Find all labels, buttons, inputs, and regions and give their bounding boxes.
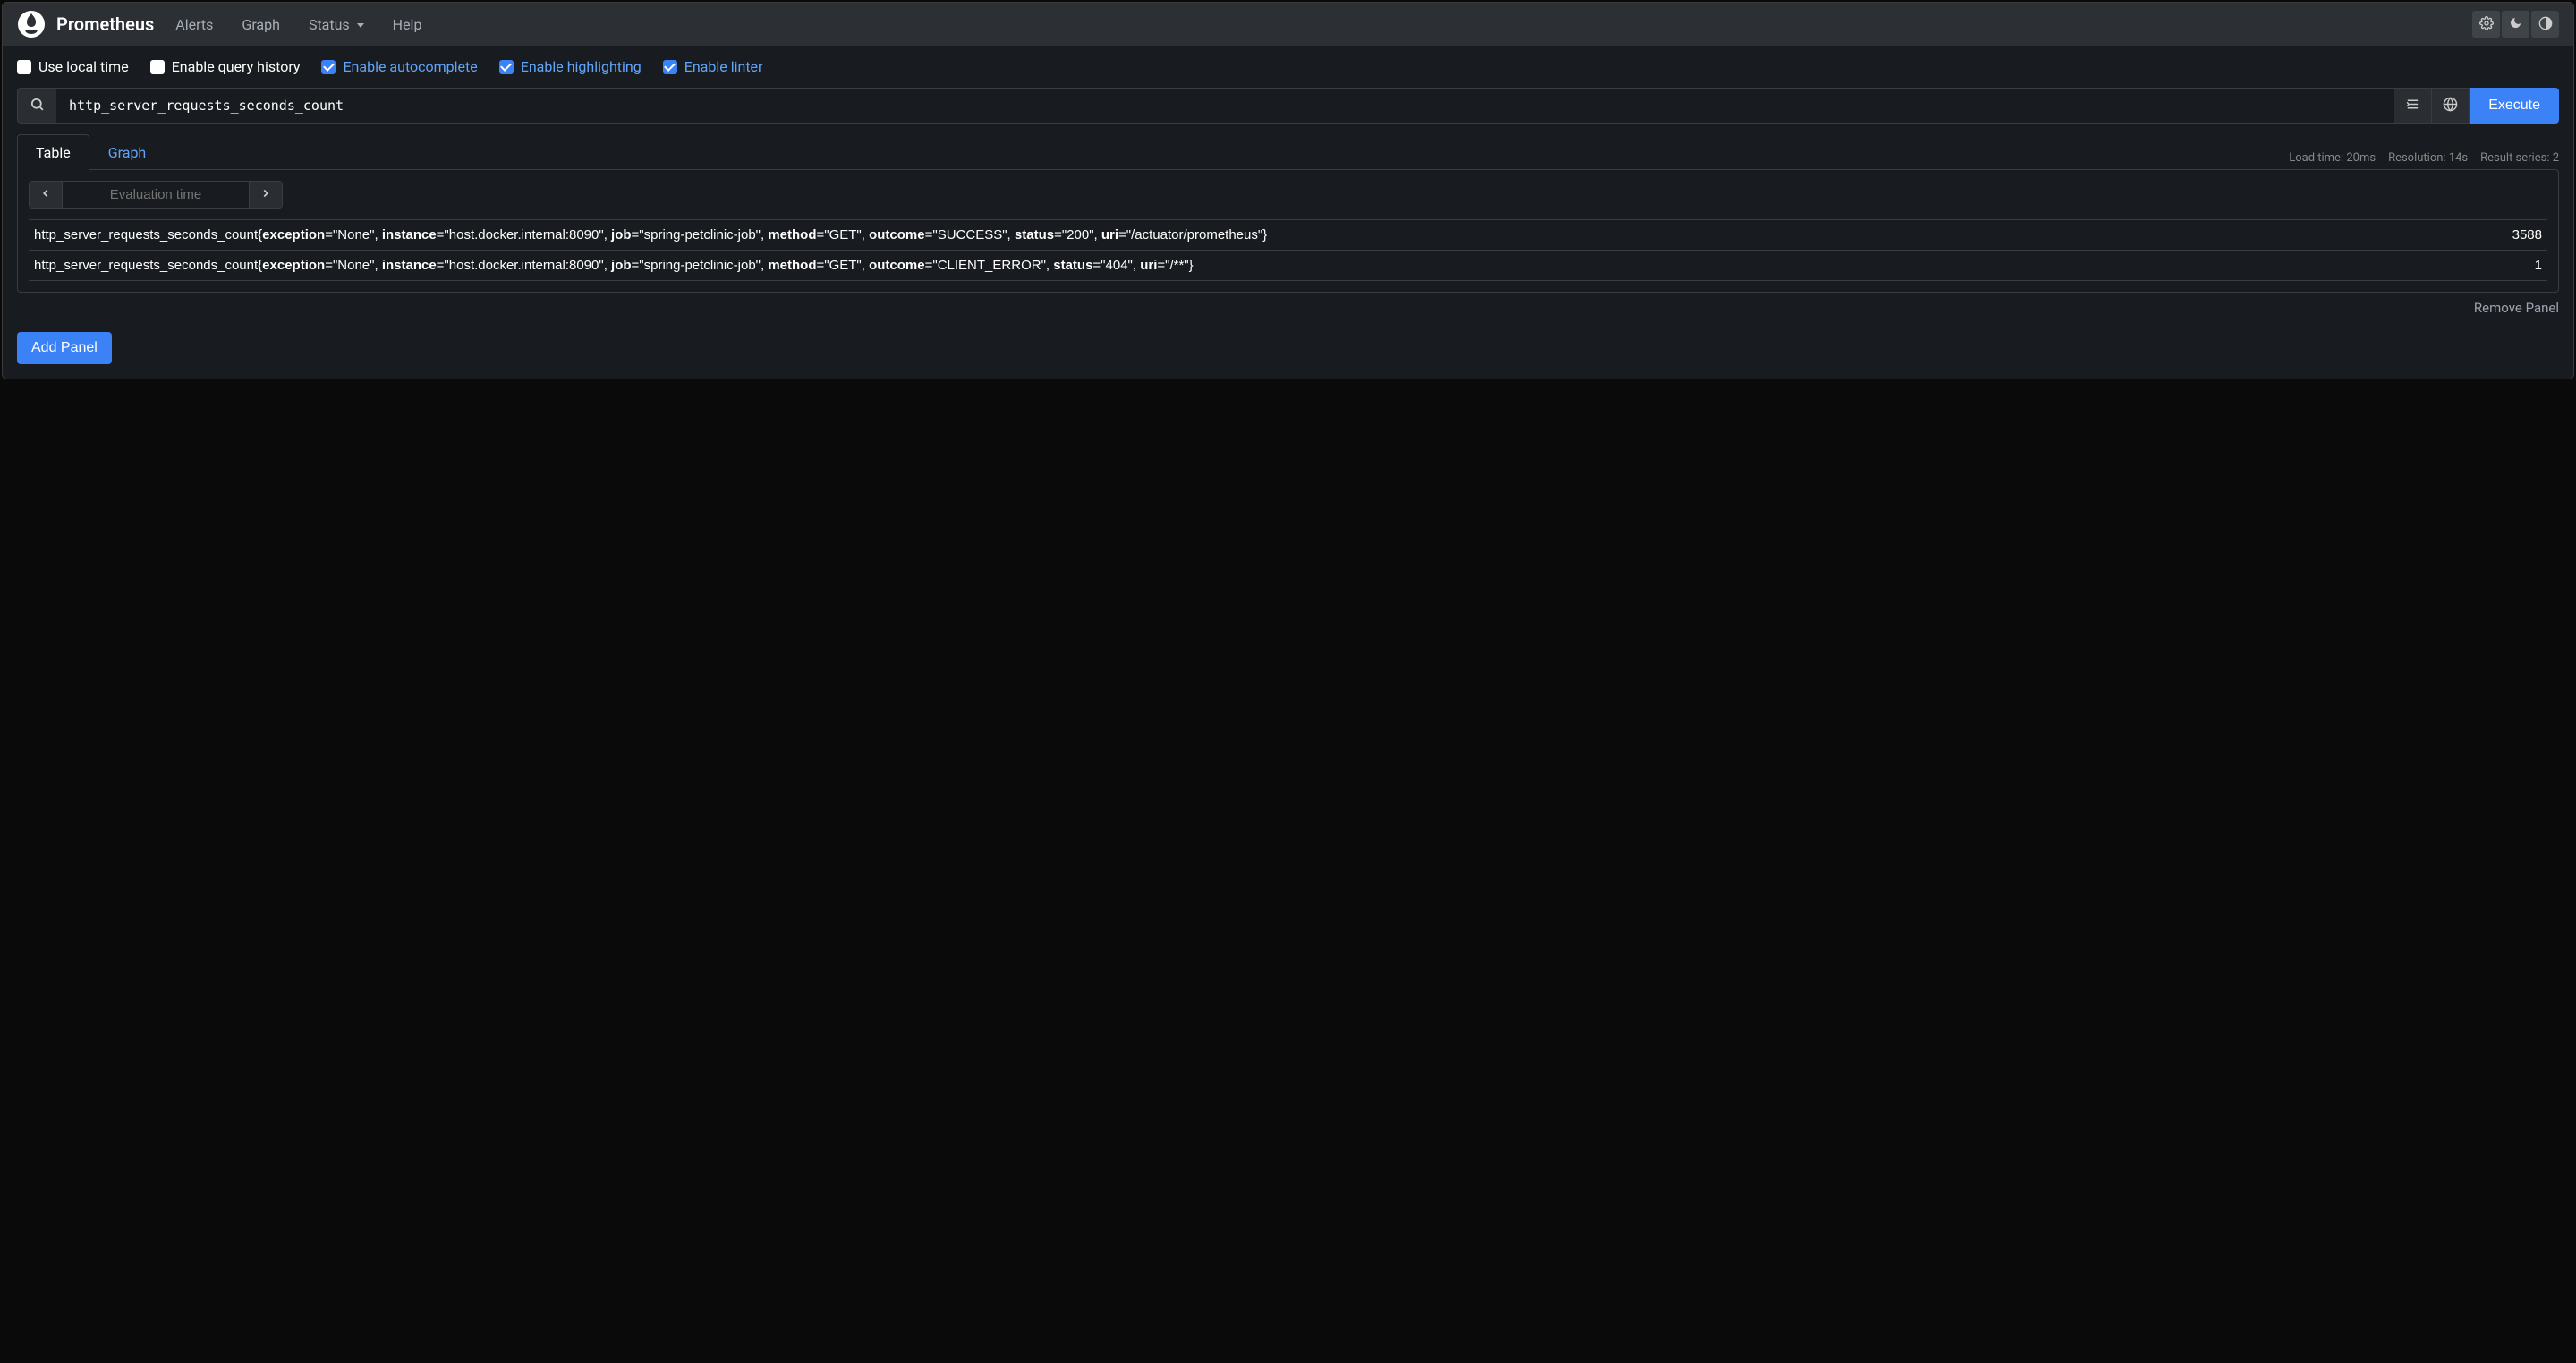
nav-status-label: Status: [309, 16, 350, 33]
options-row: Use local time Enable query history Enab…: [3, 46, 2573, 88]
option-local-time[interactable]: Use local time: [17, 58, 129, 75]
brand-label: Prometheus: [56, 13, 154, 35]
eval-time-next-button[interactable]: [250, 182, 282, 208]
query-panel: Table Graph Load time: 20ms Resolution: …: [3, 134, 2573, 327]
nav-alerts[interactable]: Alerts: [168, 11, 220, 38]
tab-table[interactable]: Table: [17, 134, 89, 170]
contrast-button[interactable]: [2531, 11, 2559, 38]
navbar: Prometheus Alerts Graph Status Help: [3, 3, 2573, 46]
query-bar: Execute: [3, 88, 2573, 134]
tab-graph[interactable]: Graph: [89, 134, 166, 170]
option-autocomplete[interactable]: Enable autocomplete: [321, 58, 477, 75]
remove-panel-link[interactable]: Remove Panel: [17, 293, 2559, 316]
globe-icon: [2443, 97, 2458, 115]
format-query-button[interactable]: [2394, 88, 2432, 124]
stat-resolution: Resolution: 14s: [2388, 151, 2468, 165]
dark-mode-button[interactable]: [2502, 11, 2529, 38]
table-row: http_server_requests_seconds_count{excep…: [29, 251, 2547, 281]
option-linter[interactable]: Enable linter: [663, 58, 763, 75]
checkbox-linter[interactable]: [663, 60, 677, 74]
prometheus-logo-icon: [17, 10, 46, 38]
metrics-explorer-button[interactable]: [2432, 88, 2470, 124]
panel-tabs: Table Graph: [17, 134, 165, 170]
query-input[interactable]: [56, 88, 2394, 124]
moon-icon: [2509, 16, 2522, 32]
result-table: http_server_requests_seconds_count{excep…: [29, 219, 2547, 281]
search-prefix[interactable]: [17, 88, 56, 124]
checkbox-autocomplete[interactable]: [321, 60, 336, 74]
series-value: 3588: [2468, 220, 2547, 251]
chevron-down-icon: [357, 23, 364, 28]
indent-icon: [2405, 97, 2420, 115]
option-highlighting[interactable]: Enable highlighting: [499, 58, 642, 75]
add-panel-button[interactable]: Add Panel: [17, 332, 112, 364]
table-row: http_server_requests_seconds_count{excep…: [29, 220, 2547, 251]
series-value: 1: [2468, 251, 2547, 281]
option-label: Use local time: [38, 58, 129, 75]
eval-time-input[interactable]: [62, 182, 250, 208]
nav-graph[interactable]: Graph: [234, 11, 287, 38]
option-label: Enable linter: [684, 58, 763, 75]
series-label[interactable]: http_server_requests_seconds_count{excep…: [29, 220, 2468, 251]
stat-load-time: Load time: 20ms: [2289, 151, 2376, 165]
search-icon: [30, 97, 45, 115]
nav-help[interactable]: Help: [386, 11, 429, 38]
option-query-history[interactable]: Enable query history: [150, 58, 301, 75]
option-label: Enable query history: [172, 58, 301, 75]
eval-time-control: [29, 181, 283, 209]
option-label: Enable autocomplete: [343, 58, 477, 75]
eval-time-prev-button[interactable]: [30, 182, 62, 208]
brand[interactable]: Prometheus: [17, 10, 154, 38]
result-box: http_server_requests_seconds_count{excep…: [17, 169, 2559, 293]
contrast-icon: [2538, 16, 2553, 33]
checkbox-query-history[interactable]: [150, 60, 165, 74]
option-label: Enable highlighting: [521, 58, 642, 75]
checkbox-local-time[interactable]: [17, 60, 31, 74]
execute-button[interactable]: Execute: [2470, 88, 2559, 124]
nav-status[interactable]: Status: [302, 11, 371, 38]
query-stats: Load time: 20ms Resolution: 14s Result s…: [2289, 151, 2559, 170]
stat-result-series: Result series: 2: [2480, 151, 2559, 165]
series-label[interactable]: http_server_requests_seconds_count{excep…: [29, 251, 2468, 281]
gear-icon: [2479, 16, 2494, 33]
settings-button[interactable]: [2472, 11, 2500, 38]
chevron-right-icon: [259, 187, 272, 202]
checkbox-highlighting[interactable]: [499, 60, 514, 74]
chevron-left-icon: [39, 187, 52, 202]
